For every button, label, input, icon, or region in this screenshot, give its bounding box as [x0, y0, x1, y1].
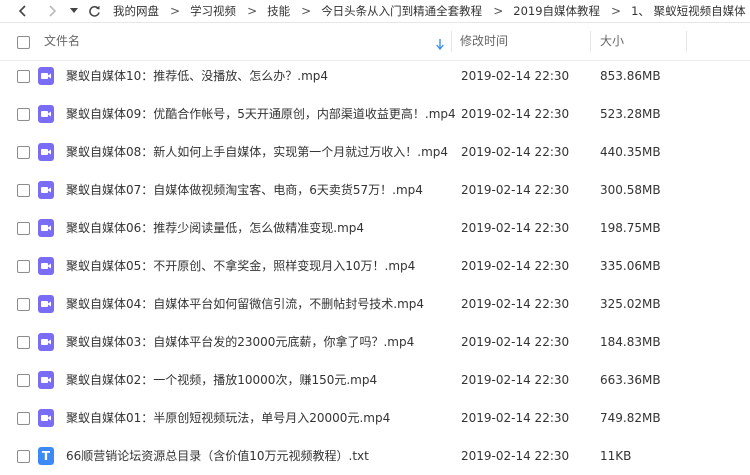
file-modified-time: 2019-02-14 22:30 [461, 145, 570, 159]
file-checkbox[interactable] [17, 450, 30, 463]
file-row[interactable]: T 66顺营销论坛资源总目录（含价值10万元视频教程）.txt 2019-02-14… [0, 437, 750, 475]
file-modified-time: 2019-02-14 22:30 [461, 411, 570, 425]
text-file-icon: T [38, 447, 54, 465]
file-checkbox[interactable] [17, 108, 30, 121]
breadcrumb-item[interactable]: 学习视频 [190, 3, 236, 19]
breadcrumb-separator: > [170, 4, 181, 18]
column-divider[interactable] [686, 31, 687, 52]
file-size: 853.86MB [600, 69, 661, 83]
file-row[interactable]: 聚蚁自媒体05：不开原创、不拿奖金，照样变现月入10万！.mp4 2019-02-… [0, 247, 750, 285]
file-size: 335.06MB [600, 259, 661, 273]
file-checkbox[interactable] [17, 374, 30, 387]
video-file-icon [38, 409, 54, 427]
file-size: 184.83MB [600, 335, 661, 349]
file-checkbox[interactable] [17, 70, 30, 83]
video-file-icon [38, 181, 54, 199]
breadcrumb-item[interactable]: 1、 聚蚁短视频自媒体 [631, 3, 745, 19]
breadcrumb-separator: > [611, 4, 622, 18]
breadcrumb-item[interactable]: 我的网盘 [113, 3, 159, 19]
file-checkbox[interactable] [17, 412, 30, 425]
video-file-icon [38, 219, 54, 237]
sort-descending-icon[interactable] [436, 35, 444, 54]
column-divider[interactable] [451, 31, 452, 52]
file-size: 198.75MB [600, 221, 661, 235]
file-name[interactable]: 聚蚁自媒体06：推荐少阅读量低，怎么做精准变现.mp4 [66, 209, 364, 247]
file-size: 749.82MB [600, 411, 661, 425]
file-modified-time: 2019-02-14 22:30 [461, 335, 570, 349]
file-row[interactable]: 聚蚁自媒体04：自媒体平台如何留微信引流，不删帖封号技术.mp4 2019-02-… [0, 285, 750, 323]
video-file-icon [38, 143, 54, 161]
video-file-icon [38, 295, 54, 313]
column-header-size[interactable]: 大小 [600, 23, 624, 60]
file-checkbox[interactable] [17, 336, 30, 349]
file-modified-time: 2019-02-14 22:30 [461, 183, 570, 197]
file-name[interactable]: 聚蚁自媒体01：半原创短视频玩法，单号月入20000元.mp4 [66, 399, 390, 437]
file-checkbox[interactable] [17, 184, 30, 197]
file-name[interactable]: 66顺营销论坛资源总目录（含价值10万元视频教程）.txt [66, 437, 369, 475]
breadcrumb-separator: > [247, 4, 258, 18]
back-arrow-icon[interactable] [15, 3, 31, 19]
file-name[interactable]: 聚蚁自媒体10：推荐低、没播放、怎么办？.mp4 [66, 57, 328, 95]
history-dropdown-icon[interactable] [66, 3, 82, 19]
breadcrumb-item[interactable]: 今日头条从入门到精通全套教程 [321, 3, 482, 19]
breadcrumb: 我的网盘 > 学习视频 > 技能 > 今日头条从入门到精通全套教程 >2019自媒体教程 >1、… [113, 0, 746, 22]
file-name[interactable]: 聚蚁自媒体04：自媒体平台如何留微信引流，不删帖封号技术.mp4 [66, 285, 424, 323]
file-modified-time: 2019-02-14 22:30 [461, 221, 570, 235]
file-row[interactable]: 聚蚁自媒体06：推荐少阅读量低，怎么做精准变现.mp4 2019-02-14 22… [0, 209, 750, 247]
column-divider[interactable] [590, 31, 591, 52]
file-size: 523.28MB [600, 107, 661, 121]
navigation-toolbar: 我的网盘 > 学习视频 > 技能 > 今日头条从入门到精通全套教程 >2019自媒体教程 >1、… [0, 0, 750, 23]
refresh-icon[interactable] [86, 3, 102, 19]
select-all-checkbox[interactable] [17, 36, 30, 49]
column-header-modified[interactable]: 修改时间 [460, 23, 508, 60]
file-name[interactable]: 聚蚁自媒体02：一个视频，播放10000次，赚150元.mp4 [66, 361, 377, 399]
file-name[interactable]: 聚蚁自媒体07：自媒体做视频淘宝客、电商，6天卖货57万！.mp4 [66, 171, 423, 209]
file-size: 440.35MB [600, 145, 661, 159]
file-size: 11KB [600, 449, 632, 463]
breadcrumb-separator: > [301, 4, 312, 18]
video-file-icon [38, 371, 54, 389]
file-row[interactable]: 聚蚁自媒体03：自媒体平台发的23000元底薪，你拿了吗？.mp4 2019-02… [0, 323, 750, 361]
file-modified-time: 2019-02-14 22:30 [461, 107, 570, 121]
file-checkbox[interactable] [17, 222, 30, 235]
file-row[interactable]: 聚蚁自媒体08：新人如何上手自媒体，实现第一个月就过万收入！.mp4 2019-0… [0, 133, 750, 171]
video-file-icon [38, 257, 54, 275]
file-size: 325.02MB [600, 297, 661, 311]
file-checkbox[interactable] [17, 298, 30, 311]
file-row[interactable]: 聚蚁自媒体01：半原创短视频玩法，单号月入20000元.mp4 2019-02-1… [0, 399, 750, 437]
file-modified-time: 2019-02-14 22:30 [461, 297, 570, 311]
breadcrumb-item[interactable]: 技能 [267, 3, 290, 19]
file-row[interactable]: 聚蚁自媒体07：自媒体做视频淘宝客、电商，6天卖货57万！.mp4 2019-02… [0, 171, 750, 209]
file-row[interactable]: 聚蚁自媒体10：推荐低、没播放、怎么办？.mp4 2019-02-14 22:30… [0, 57, 750, 95]
file-size: 300.58MB [600, 183, 661, 197]
file-modified-time: 2019-02-14 22:30 [461, 373, 570, 387]
breadcrumb-item[interactable]: 2019自媒体教程 [513, 3, 600, 19]
file-list-header: 文件名 修改时间 大小 [0, 23, 750, 61]
file-row[interactable]: 聚蚁自媒体02：一个视频，播放10000次，赚150元.mp4 2019-02-1… [0, 361, 750, 399]
file-name[interactable]: 聚蚁自媒体03：自媒体平台发的23000元底薪，你拿了吗？.mp4 [66, 323, 414, 361]
file-row[interactable]: 聚蚁自媒体09：优酷合作帐号，5天开通原创，内部渠道收益更高！.mp4 2019-… [0, 95, 750, 133]
video-file-icon [38, 67, 54, 85]
file-modified-time: 2019-02-14 22:30 [461, 69, 570, 83]
file-modified-time: 2019-02-14 22:30 [461, 259, 570, 273]
column-header-name[interactable]: 文件名 [44, 23, 80, 60]
file-name[interactable]: 聚蚁自媒体08：新人如何上手自媒体，实现第一个月就过万收入！.mp4 [66, 133, 448, 171]
video-file-icon [38, 105, 54, 123]
breadcrumb-separator: > [493, 4, 504, 18]
file-checkbox[interactable] [17, 260, 30, 273]
file-name[interactable]: 聚蚁自媒体09：优酷合作帐号，5天开通原创，内部渠道收益更高！.mp4 [66, 95, 456, 133]
file-checkbox[interactable] [17, 146, 30, 159]
forward-arrow-icon[interactable] [44, 3, 60, 19]
video-file-icon [38, 333, 54, 351]
file-name[interactable]: 聚蚁自媒体05：不开原创、不拿奖金，照样变现月入10万！.mp4 [66, 247, 415, 285]
file-size: 663.36MB [600, 373, 661, 387]
file-modified-time: 2019-02-14 22:30 [461, 449, 570, 463]
